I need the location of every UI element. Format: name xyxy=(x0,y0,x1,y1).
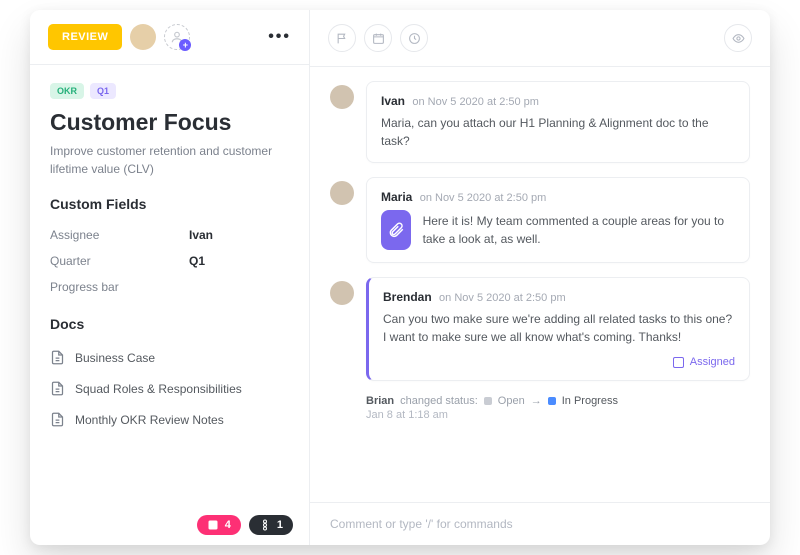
field-quarter[interactable]: Quarter Q1 xyxy=(50,248,289,274)
status-from-icon xyxy=(484,397,492,405)
avatar[interactable] xyxy=(330,281,354,305)
doc-label: Monthly OKR Review Notes xyxy=(75,413,224,427)
doc-label: Business Case xyxy=(75,351,155,365)
link-icon xyxy=(207,519,219,531)
doc-item[interactable]: Squad Roles & Responsibilities xyxy=(50,373,289,404)
figma-count: 1 xyxy=(277,519,283,531)
date-button[interactable] xyxy=(364,24,392,52)
status-actor: Brian xyxy=(366,395,394,407)
status-to: In Progress xyxy=(562,395,618,407)
right-panel: Ivan on Nov 5 2020 at 2:50 pm Maria, can… xyxy=(310,10,770,545)
time-button[interactable] xyxy=(400,24,428,52)
task-card: REVIEW + ••• OKR Q1 Customer Focus Impro… xyxy=(30,10,770,545)
doc-icon xyxy=(50,381,65,396)
doc-item[interactable]: Business Case xyxy=(50,342,289,373)
field-value: Ivan xyxy=(189,228,289,242)
field-label: Progress bar xyxy=(50,280,119,294)
tag-okr[interactable]: OKR xyxy=(50,83,84,99)
flag-icon xyxy=(336,32,349,45)
doc-label: Squad Roles & Responsibilities xyxy=(75,382,242,396)
paperclip-icon xyxy=(387,221,405,239)
comment-meta: on Nov 5 2020 at 2:50 pm xyxy=(420,192,547,204)
left-footer: 4 1 xyxy=(30,504,309,545)
eye-icon xyxy=(732,32,745,45)
more-menu-button[interactable]: ••• xyxy=(268,28,291,46)
status-to-icon xyxy=(548,397,556,405)
arrow-icon: → xyxy=(531,395,542,407)
comment-input[interactable] xyxy=(330,517,750,531)
comment-author: Brendan xyxy=(383,290,432,304)
comment-thread: Ivan on Nov 5 2020 at 2:50 pm Maria, can… xyxy=(310,67,770,502)
status-change-time: Jan 8 at 1:18 am xyxy=(366,409,750,421)
field-assignee[interactable]: Assignee Ivan xyxy=(50,222,289,248)
comment-author: Ivan xyxy=(381,94,405,108)
assigned-tag[interactable]: Assigned xyxy=(383,356,735,368)
comment-author: Maria xyxy=(381,190,412,204)
field-progress[interactable]: Progress bar xyxy=(50,274,289,300)
status-from: Open xyxy=(498,395,525,407)
figma-count-pill[interactable]: 1 xyxy=(249,515,293,535)
comment: Maria on Nov 5 2020 at 2:50 pm Here it i… xyxy=(330,177,750,263)
checkbox-icon xyxy=(673,357,684,368)
watch-button[interactable] xyxy=(724,24,752,52)
right-header xyxy=(310,10,770,67)
task-description[interactable]: Improve customer retention and customer … xyxy=(50,142,289,178)
left-header: REVIEW + ••• xyxy=(30,10,309,65)
comment-body: Here it is! My team commented a couple a… xyxy=(423,212,735,248)
plus-icon: + xyxy=(179,39,191,51)
docs-heading: Docs xyxy=(50,316,289,332)
flag-button[interactable] xyxy=(328,24,356,52)
link-count: 4 xyxy=(225,519,231,531)
field-label: Quarter xyxy=(50,254,91,268)
assigned-label: Assigned xyxy=(690,356,735,368)
comment-bubble[interactable]: Maria on Nov 5 2020 at 2:50 pm Here it i… xyxy=(366,177,750,263)
comment-input-bar xyxy=(310,502,770,545)
comment: Brendan on Nov 5 2020 at 2:50 pm Can you… xyxy=(330,277,750,381)
avatar[interactable] xyxy=(330,181,354,205)
field-value: Q1 xyxy=(189,254,289,268)
custom-fields-heading: Custom Fields xyxy=(50,196,289,212)
doc-icon xyxy=(50,350,65,365)
task-title[interactable]: Customer Focus xyxy=(50,109,289,136)
doc-icon xyxy=(50,412,65,427)
comment: Ivan on Nov 5 2020 at 2:50 pm Maria, can… xyxy=(330,81,750,163)
doc-item[interactable]: Monthly OKR Review Notes xyxy=(50,404,289,435)
clock-icon xyxy=(408,32,421,45)
avatar[interactable] xyxy=(330,85,354,109)
link-count-pill[interactable]: 4 xyxy=(197,515,241,535)
calendar-icon xyxy=(372,32,385,45)
comment-bubble[interactable]: Brendan on Nov 5 2020 at 2:50 pm Can you… xyxy=(366,277,750,381)
review-status-button[interactable]: REVIEW xyxy=(48,24,122,50)
left-panel: REVIEW + ••• OKR Q1 Customer Focus Impro… xyxy=(30,10,310,545)
comment-meta: on Nov 5 2020 at 2:50 pm xyxy=(412,96,539,108)
docs-section: Docs Business Case Squad Roles & Respons… xyxy=(50,316,289,435)
figma-icon xyxy=(259,519,271,531)
comment-body: Maria, can you attach our H1 Planning & … xyxy=(381,114,735,150)
add-assignee-button[interactable]: + xyxy=(164,24,190,50)
status-change-entry: Brian changed status: Open → In Progress xyxy=(366,395,750,407)
comment-body: Can you two make sure we're adding all r… xyxy=(383,310,735,346)
assignee-avatar[interactable] xyxy=(130,24,156,50)
tag-list: OKR Q1 xyxy=(50,83,289,99)
comment-meta: on Nov 5 2020 at 2:50 pm xyxy=(439,292,566,304)
comment-bubble[interactable]: Ivan on Nov 5 2020 at 2:50 pm Maria, can… xyxy=(366,81,750,163)
status-verb: changed status: xyxy=(400,395,478,407)
field-label: Assignee xyxy=(50,228,99,242)
tag-q1[interactable]: Q1 xyxy=(90,83,116,99)
left-body: OKR Q1 Customer Focus Improve customer r… xyxy=(30,65,309,504)
attachment-button[interactable] xyxy=(381,210,411,250)
